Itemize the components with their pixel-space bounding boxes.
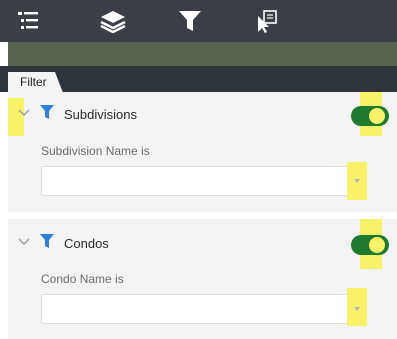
app-toolbar xyxy=(0,0,397,42)
layers-button[interactable] xyxy=(96,6,130,36)
filter-toggle[interactable] xyxy=(351,106,389,126)
filter-title: Condos xyxy=(64,236,109,251)
filter-icon xyxy=(179,11,201,31)
filter-icon xyxy=(40,105,54,119)
select-tool-button[interactable] xyxy=(250,6,284,36)
chevron-down-icon[interactable] xyxy=(16,105,32,121)
field-label: Subdivision Name is xyxy=(41,144,150,158)
tab-filter[interactable]: Filter xyxy=(8,72,63,92)
toggle-knob xyxy=(369,237,385,253)
layers-icon xyxy=(100,11,126,34)
subdivision-name-select[interactable] xyxy=(41,166,366,196)
chevron-down-icon[interactable] xyxy=(16,234,32,250)
filter-title: Subdivisions xyxy=(64,107,137,122)
filter-group-subdivisions: Subdivisions Subdivision Name is xyxy=(8,92,397,212)
toggle-knob xyxy=(369,108,385,124)
caret-down-icon[interactable] xyxy=(352,176,362,186)
caret-down-icon[interactable] xyxy=(352,304,362,314)
map-strip xyxy=(8,42,397,66)
group-divider xyxy=(8,212,397,219)
filter-group-condos: Condos Condo Name is xyxy=(8,219,397,339)
filter-icon xyxy=(40,234,54,248)
filter-toggle[interactable] xyxy=(351,235,389,255)
condo-name-select[interactable] xyxy=(41,294,366,324)
field-label: Condo Name is xyxy=(41,272,124,286)
filter-tool-button[interactable] xyxy=(173,6,207,36)
layer-list-icon xyxy=(18,12,38,29)
select-icon xyxy=(258,10,277,33)
layer-list-button[interactable] xyxy=(10,6,44,36)
